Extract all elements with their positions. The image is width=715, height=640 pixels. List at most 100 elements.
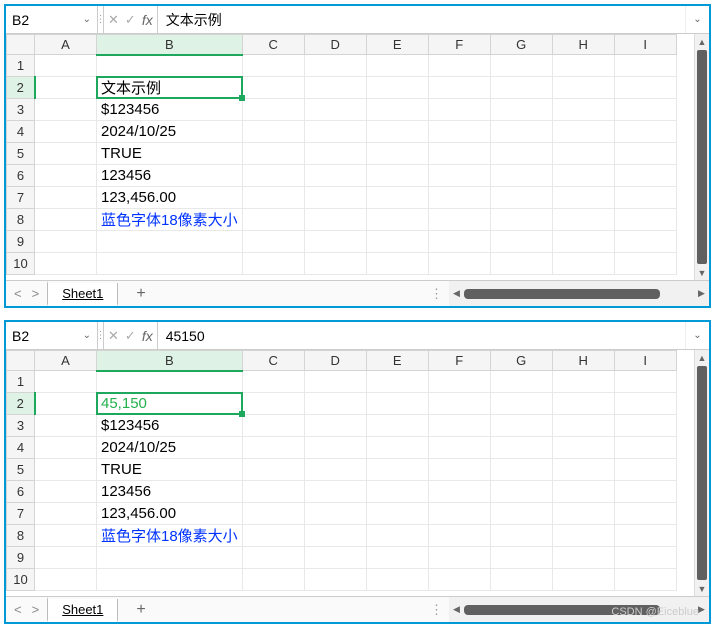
cell[interactable] [428, 143, 490, 165]
cell[interactable] [428, 437, 490, 459]
cell[interactable] [614, 371, 676, 393]
row-header-4[interactable]: 4 [7, 437, 35, 459]
cell[interactable] [490, 231, 552, 253]
cell[interactable] [242, 437, 304, 459]
cell[interactable] [428, 547, 490, 569]
row-header-10[interactable]: 10 [7, 253, 35, 275]
cell[interactable] [614, 121, 676, 143]
cell[interactable] [552, 231, 614, 253]
cell[interactable] [242, 393, 304, 415]
fx-icon[interactable]: fx [142, 328, 153, 344]
scroll-up-icon[interactable]: ▲ [695, 34, 709, 49]
cell[interactable] [490, 415, 552, 437]
confirm-icon[interactable]: ✓ [125, 12, 136, 28]
cell[interactable] [552, 121, 614, 143]
confirm-icon[interactable]: ✓ [125, 328, 136, 344]
row-header-9[interactable]: 9 [7, 231, 35, 253]
cell[interactable] [428, 393, 490, 415]
cell[interactable] [366, 165, 428, 187]
cell[interactable] [552, 371, 614, 393]
col-header-F[interactable]: F [428, 35, 490, 55]
formula-expand-button[interactable]: ⌄ [685, 6, 709, 33]
cell[interactable] [35, 569, 97, 591]
cell[interactable] [614, 393, 676, 415]
cell[interactable] [428, 165, 490, 187]
cell[interactable] [242, 121, 304, 143]
cell[interactable] [304, 99, 366, 121]
row-header-2[interactable]: 2 [7, 393, 35, 415]
row-header-8[interactable]: 8 [7, 525, 35, 547]
cell[interactable] [552, 165, 614, 187]
cell[interactable] [428, 525, 490, 547]
cell[interactable] [552, 415, 614, 437]
cell[interactable] [366, 143, 428, 165]
cell[interactable] [242, 459, 304, 481]
cell-B4[interactable]: 2024/10/25 [97, 437, 243, 459]
formula-expand-button[interactable]: ⌄ [685, 322, 709, 349]
cell[interactable] [97, 55, 243, 77]
cell[interactable] [35, 481, 97, 503]
cell[interactable] [552, 459, 614, 481]
split-handle[interactable]: ⋮ [424, 281, 449, 306]
cell[interactable] [35, 525, 97, 547]
cell-grid[interactable]: A B C D E F G H I 1 2文本示例 3$123456 42024… [6, 34, 694, 280]
cell[interactable] [490, 143, 552, 165]
cell[interactable] [490, 393, 552, 415]
col-header-D[interactable]: D [304, 351, 366, 371]
cell-B8[interactable]: 蓝色字体18像素大小 [97, 525, 243, 547]
row-header-7[interactable]: 7 [7, 503, 35, 525]
sheet-prev-icon[interactable]: < [14, 602, 22, 617]
cell[interactable] [35, 143, 97, 165]
hscroll-thumb[interactable] [464, 605, 660, 615]
cell-B6[interactable]: 123456 [97, 165, 243, 187]
cell[interactable] [242, 231, 304, 253]
col-header-B[interactable]: B [97, 351, 243, 371]
cell[interactable] [304, 547, 366, 569]
cell[interactable] [35, 121, 97, 143]
cell[interactable] [304, 121, 366, 143]
cell[interactable] [490, 569, 552, 591]
scroll-down-icon[interactable]: ▼ [695, 265, 709, 280]
split-handle[interactable]: ⋮ [424, 597, 449, 622]
row-header-5[interactable]: 5 [7, 459, 35, 481]
cell[interactable] [614, 77, 676, 99]
row-header-4[interactable]: 4 [7, 121, 35, 143]
cell[interactable] [242, 525, 304, 547]
cell[interactable] [35, 371, 97, 393]
cell[interactable] [428, 459, 490, 481]
cell[interactable] [614, 481, 676, 503]
cell[interactable] [366, 481, 428, 503]
cell[interactable] [366, 253, 428, 275]
cell[interactable] [614, 143, 676, 165]
col-header-C[interactable]: C [242, 35, 304, 55]
cell[interactable] [35, 187, 97, 209]
cancel-icon[interactable]: ✕ [108, 12, 119, 28]
cell[interactable] [304, 481, 366, 503]
cell-B7[interactable]: 123,456.00 [97, 187, 243, 209]
cell[interactable] [614, 415, 676, 437]
cell[interactable] [366, 371, 428, 393]
row-header-9[interactable]: 9 [7, 547, 35, 569]
cell[interactable] [552, 253, 614, 275]
row-header-1[interactable]: 1 [7, 371, 35, 393]
cell[interactable] [614, 99, 676, 121]
cell[interactable] [552, 77, 614, 99]
scroll-down-icon[interactable]: ▼ [695, 581, 709, 596]
col-header-E[interactable]: E [366, 35, 428, 55]
cell[interactable] [490, 165, 552, 187]
col-header-C[interactable]: C [242, 351, 304, 371]
cell[interactable] [242, 481, 304, 503]
cell[interactable] [97, 371, 243, 393]
cell[interactable] [490, 55, 552, 77]
col-header-G[interactable]: G [490, 351, 552, 371]
sheet-next-icon[interactable]: > [32, 602, 40, 617]
row-header-6[interactable]: 6 [7, 165, 35, 187]
cell[interactable] [242, 187, 304, 209]
cell[interactable] [552, 143, 614, 165]
cell[interactable] [304, 55, 366, 77]
cell[interactable] [366, 55, 428, 77]
cell[interactable] [552, 481, 614, 503]
cell[interactable] [428, 99, 490, 121]
cell[interactable] [614, 187, 676, 209]
cell[interactable] [35, 437, 97, 459]
